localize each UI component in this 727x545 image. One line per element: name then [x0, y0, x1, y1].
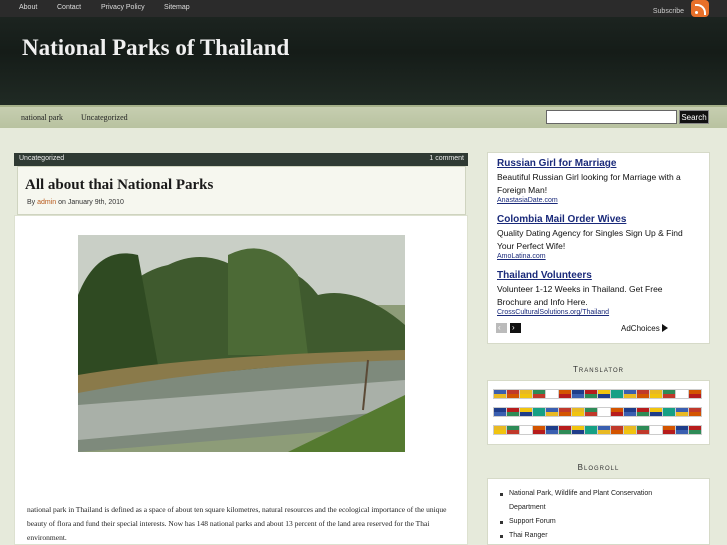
language-flag-icon[interactable] — [506, 407, 520, 417]
language-flag-icon[interactable] — [571, 389, 585, 399]
category-uncategorized[interactable]: Uncategorized — [81, 113, 128, 122]
language-flag-icon[interactable] — [623, 389, 637, 399]
language-flag-icon[interactable] — [493, 389, 507, 399]
language-flag-icon[interactable] — [662, 407, 676, 417]
language-flag-icon[interactable] — [597, 407, 611, 417]
language-flag-icon[interactable] — [610, 389, 624, 399]
ad-item[interactable]: Colombia Mail Order Wives Quality Dating… — [497, 214, 697, 260]
category-national-park[interactable]: national park — [21, 113, 63, 122]
rss-icon[interactable] — [691, 0, 709, 17]
nav-contact[interactable]: Contact — [57, 4, 81, 11]
ad-url[interactable]: AnastasiaDate.com — [497, 197, 697, 204]
subscribe-link[interactable]: Subscribe — [653, 8, 684, 15]
language-flag-icon[interactable] — [597, 389, 611, 399]
adchoices-link[interactable]: AdChoices — [621, 324, 668, 333]
ad-description: Volunteer 1-12 Weeks in Thailand. Get Fr… — [497, 284, 663, 307]
language-flag-icon[interactable] — [584, 389, 598, 399]
nav-privacy-policy[interactable]: Privacy Policy — [101, 4, 145, 11]
language-flag-icon[interactable] — [662, 425, 676, 435]
language-flag-icon[interactable] — [519, 425, 533, 435]
translator-title: Translator — [572, 365, 624, 374]
language-flag-icon[interactable] — [545, 425, 559, 435]
language-flag-icon[interactable] — [623, 407, 637, 417]
adchoices-label: AdChoices — [621, 324, 660, 333]
language-flag-icon[interactable] — [558, 389, 572, 399]
language-flag-icon[interactable] — [506, 389, 520, 399]
blogroll-list: National Park, Wildlife and Plant Conser… — [498, 487, 678, 543]
post-byline: By admin on January 9th, 2010 — [27, 199, 124, 206]
ad-url[interactable]: AmoLatina.com — [497, 253, 697, 260]
language-flag-icon[interactable] — [597, 425, 611, 435]
language-flag-icon[interactable] — [532, 389, 546, 399]
post-date: on January 9th, 2010 — [58, 199, 124, 206]
language-flag-icon[interactable] — [649, 407, 663, 417]
language-flag-icon[interactable] — [688, 425, 702, 435]
site-title[interactable]: National Parks of Thailand — [22, 35, 289, 61]
language-flag-icon[interactable] — [636, 425, 650, 435]
language-flag-icon[interactable] — [662, 389, 676, 399]
language-flag-icon[interactable] — [675, 407, 689, 417]
language-flag-icon[interactable] — [584, 407, 598, 417]
nav-about[interactable]: About — [19, 4, 37, 11]
search-input[interactable] — [546, 110, 677, 124]
language-flag-icon[interactable] — [649, 389, 663, 399]
language-flag-icon[interactable] — [675, 425, 689, 435]
ad-next-button[interactable]: › — [510, 323, 521, 333]
language-flag-icon[interactable] — [506, 425, 520, 435]
post-comments-link[interactable]: 1 comment — [429, 155, 464, 162]
chevron-right-icon: › — [512, 323, 515, 332]
ad-item[interactable]: Thailand Volunteers Volunteer 1-12 Weeks… — [497, 270, 697, 316]
ad-title[interactable]: Colombia Mail Order Wives — [497, 214, 697, 225]
language-flag-icon[interactable] — [649, 425, 663, 435]
language-flag-icon[interactable] — [571, 407, 585, 417]
byline-by: By — [27, 199, 36, 206]
language-flag-icon[interactable] — [558, 407, 572, 417]
post-meta-bar: Uncategorized 1 comment — [14, 153, 468, 166]
ad-prev-button[interactable]: ‹ — [496, 323, 507, 333]
post-text: national park in Thailand is defined as … — [27, 505, 447, 542]
language-flag-icon[interactable] — [545, 389, 559, 399]
language-flag-icon[interactable] — [493, 425, 507, 435]
river-photo — [78, 235, 405, 452]
post-author-link[interactable]: admin — [37, 199, 56, 206]
post-category-link[interactable]: Uncategorized — [19, 155, 64, 162]
blogroll-title: Blogroll — [577, 463, 620, 472]
blogroll-item[interactable]: Thai Ranger — [498, 529, 678, 543]
blogroll-item[interactable]: National Park, Wildlife and Plant Conser… — [498, 487, 678, 515]
ad-item[interactable]: Russian Girl for Marriage Beautiful Russ… — [497, 158, 697, 204]
ad-url[interactable]: CrossCulturalSolutions.org/Thailand — [497, 309, 697, 316]
language-flag-icon[interactable] — [532, 425, 546, 435]
language-flag-icon[interactable] — [636, 407, 650, 417]
language-flag-icon[interactable] — [636, 389, 650, 399]
site-header: National Parks of Thailand — [0, 17, 727, 105]
chevron-left-icon: ‹ — [498, 323, 501, 332]
language-flag-icon[interactable] — [519, 407, 533, 417]
language-flag-icon[interactable] — [558, 425, 572, 435]
ad-title[interactable]: Thailand Volunteers — [497, 270, 697, 281]
post-title[interactable]: All about thai National Parks — [25, 177, 213, 194]
language-flag-icon[interactable] — [571, 425, 585, 435]
language-flag-icon[interactable] — [688, 389, 702, 399]
language-flag-icon[interactable] — [493, 407, 507, 417]
language-flag-icon[interactable] — [519, 389, 533, 399]
language-flag-icon[interactable] — [545, 407, 559, 417]
language-flag-icon[interactable] — [610, 407, 624, 417]
adchoices-icon — [661, 324, 668, 332]
language-flag-icon[interactable] — [675, 389, 689, 399]
ad-description: Beautiful Russian Girl looking for Marri… — [497, 172, 681, 195]
language-flag-icon[interactable] — [610, 425, 624, 435]
nav-sitemap[interactable]: Sitemap — [164, 4, 190, 11]
ad-description: Quality Dating Agency for Singles Sign U… — [497, 228, 683, 251]
language-flag-icon[interactable] — [623, 425, 637, 435]
language-flag-icon[interactable] — [584, 425, 598, 435]
blogroll-item[interactable]: Support Forum — [498, 515, 678, 529]
language-flag-icon[interactable] — [532, 407, 546, 417]
ad-title[interactable]: Russian Girl for Marriage — [497, 158, 697, 169]
search-button[interactable]: Search — [679, 110, 709, 124]
translator-flags — [493, 389, 704, 444]
language-flag-icon[interactable] — [688, 407, 702, 417]
